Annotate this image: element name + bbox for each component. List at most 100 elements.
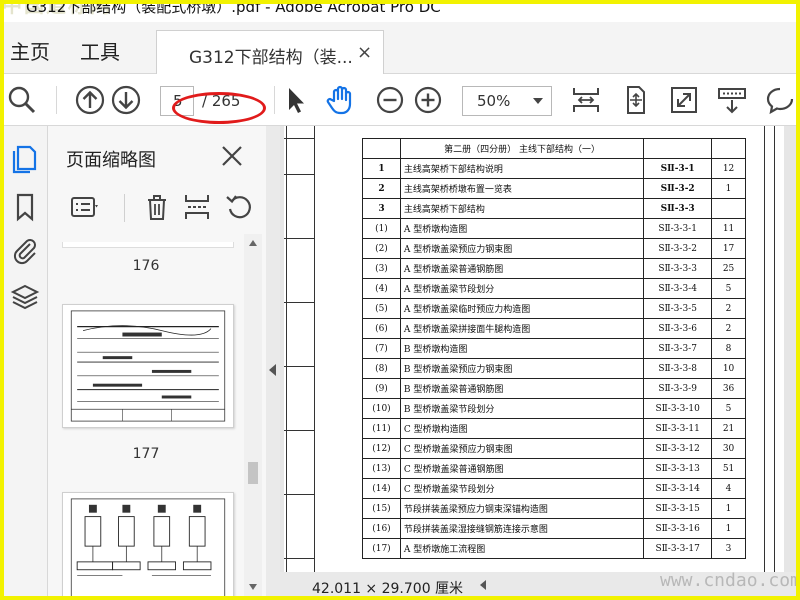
zoom-dropdown[interactable]: 50% [462,86,552,116]
toc-cell [711,138,746,159]
comment-icon[interactable] [764,84,796,116]
tab-home[interactable]: 主页 [10,36,50,65]
search-icon[interactable] [6,84,38,116]
toc-cell-name: B 型桥墩盖梁普通钢筋图 [399,378,645,399]
fit-page-icon[interactable] [620,84,652,116]
toc-heading-row: 第二册（四分册） 主线下部结构（一） [362,138,746,159]
reading-mode-icon[interactable] [716,84,748,116]
page-thumbnails-icon[interactable] [10,144,40,174]
thumbnail-scrollbar[interactable] [244,234,262,596]
page-down-icon[interactable] [110,84,142,116]
collapse-panel-icon[interactable] [269,364,276,376]
layers-icon[interactable] [10,282,40,312]
page-grid-line [284,138,314,139]
toc-cell-code: SⅡ-3-3-1 [643,218,713,239]
toc-row: (4) A 型桥墩盖梁节段划分 SⅡ-3-3-4 5 [362,278,746,299]
scroll-mode-icon[interactable] [570,84,602,116]
toc-cell-pages: 3 [711,538,746,559]
toc-cell-no: (17) [362,538,401,559]
document-page: 第二册（四分册） 主线下部结构（一） 1 主线高架桥下部结构说明 SⅡ-3-1 12 2… [284,126,784,572]
toc-cell-name: A 型桥墩盖梁节段划分 [399,278,645,299]
tab-tools[interactable]: 工具 [80,36,120,65]
title-bar: 中国道标网 G312下部结构（装配式桥墩）.pdf - Adobe Acroba… [4,4,796,22]
scrollbar-thumb[interactable] [248,462,258,484]
toc-cell-code: SⅡ-3-1 [643,158,713,179]
toc-cell-name: A 型桥墩盖梁普通钢筋图 [399,258,645,279]
page-dimensions: 42.011 × 29.700 厘米 [312,581,464,596]
toc-row: (3) A 型桥墩盖梁普通钢筋图 SⅡ-3-3-3 25 [362,258,746,279]
toc-cell-no: (5) [362,298,401,319]
toc-cell-no: (10) [362,398,401,419]
toc-row: (2) A 型桥墩盖梁预应力钢束图 SⅡ-3-3-2 17 [362,238,746,259]
thumbnail-page-178[interactable] [62,492,234,596]
document-view[interactable]: 第二册（四分册） 主线下部结构（一） 1 主线高架桥下部结构说明 SⅡ-3-1 12 2… [280,126,796,596]
toc-cell-no: (2) [362,238,401,259]
tab-document[interactable]: G312下部结构（装... × [156,30,384,74]
insert-page-icon[interactable] [182,192,212,222]
close-panel-icon[interactable] [220,144,244,168]
toc-cell-no: (8) [362,358,401,379]
watermark-bottom-right: www.cndao.com [660,570,796,591]
window-title: G312下部结构（装配式桥墩）.pdf - Adobe Acrobat Pro … [26,4,441,16]
zoom-value: 50% [477,92,511,110]
toc-cell-code: SⅡ-3-3-7 [643,338,713,359]
toolbar: 5 / 265 50% [4,74,796,126]
drawing-thumbnail [70,498,226,596]
toc-row: (16) 节段拼装盖梁湿接缝钢筋连接示意图 SⅡ-3-3-16 1 [362,518,746,539]
page-grid-line [284,558,314,559]
toc-row: (9) B 型桥墩盖梁普通钢筋图 SⅡ-3-3-9 36 [362,378,746,399]
scroll-down-icon[interactable] [249,584,257,590]
toc-cell-pages: 25 [711,258,746,279]
toc-cell-no: (16) [362,518,401,539]
thumbnail-options-icon[interactable] [70,192,100,222]
toc-row: (14) C 型桥墩盖梁节段划分 SⅡ-3-3-14 4 [362,478,746,499]
toc-cell-code: SⅡ-3-3-2 [643,238,713,259]
toc-cell-name: B 型桥墩盖梁预应力钢束图 [399,358,645,379]
toc-cell-name: A 型桥墩构造图 [399,218,645,239]
hand-tool-icon[interactable] [324,84,356,116]
toc-cell-name: B 型桥墩盖梁节段划分 [399,398,645,419]
toolbar-separator [56,86,57,114]
scroll-up-icon[interactable] [249,240,257,246]
toc-cell-pages: 36 [711,378,746,399]
toc-cell-code: SⅡ-3-3-10 [643,398,713,419]
toc-row: (12) C 型桥墩盖梁预应力钢束图 SⅡ-3-3-12 30 [362,438,746,459]
toc-cell-code: SⅡ-3-3 [643,198,713,219]
zoom-out-icon[interactable] [374,84,406,116]
toc-row: (15) 节段拼装盖梁预应力钢束深锚构造图 SⅡ-3-3-15 1 [362,498,746,519]
status-collapse-icon[interactable] [480,580,486,590]
toc-cell-pages: 5 [711,398,746,419]
toc-cell-no: (3) [362,258,401,279]
attachments-icon[interactable] [10,236,40,266]
bookmarks-icon[interactable] [10,192,40,222]
zoom-in-icon[interactable] [412,84,444,116]
toc-row: (11) C 型桥墩构造图 SⅡ-3-3-11 21 [362,418,746,439]
toc-row: (6) A 型桥墩盖梁拼接面牛腿构造图 SⅡ-3-3-6 2 [362,318,746,339]
toc-cell-no: (12) [362,438,401,459]
toc-cell-pages: 12 [711,158,746,179]
toc-cell-name: C 型桥墩盖梁预应力钢束图 [399,438,645,459]
select-cursor-icon[interactable] [280,84,312,116]
drawing-thumbnail [70,310,226,422]
panel-splitter[interactable] [266,126,280,596]
toolbar-separator [274,86,275,114]
toc-cell-no: (9) [362,378,401,399]
toc-cell-code: SⅡ-3-3-13 [643,458,713,479]
page-up-icon[interactable] [74,84,106,116]
toc-cell-code: SⅡ-3-3-9 [643,378,713,399]
thumbnails-panel: 页面缩略图 176 177 [48,126,266,596]
toc-cell-code: SⅡ-3-3-6 [643,318,713,339]
chevron-down-icon [533,98,543,104]
toc-row: (17) A 型桥墩施工流程图 SⅡ-3-3-17 3 [362,538,746,559]
close-tab-icon[interactable]: × [357,42,372,63]
toc-row: (10) B 型桥墩盖梁节段划分 SⅡ-3-3-10 5 [362,398,746,419]
page-border-line [286,126,287,572]
delete-page-icon[interactable] [142,192,172,222]
toc-cell-pages: 1 [711,178,746,199]
toc-cell-no: (4) [362,278,401,299]
toc-cell-code: SⅡ-3-3-3 [643,258,713,279]
thumbnail-page-177[interactable] [62,304,234,428]
rotate-page-icon[interactable] [224,192,254,222]
fullscreen-icon[interactable] [668,84,700,116]
toc-cell-pages: 17 [711,238,746,259]
